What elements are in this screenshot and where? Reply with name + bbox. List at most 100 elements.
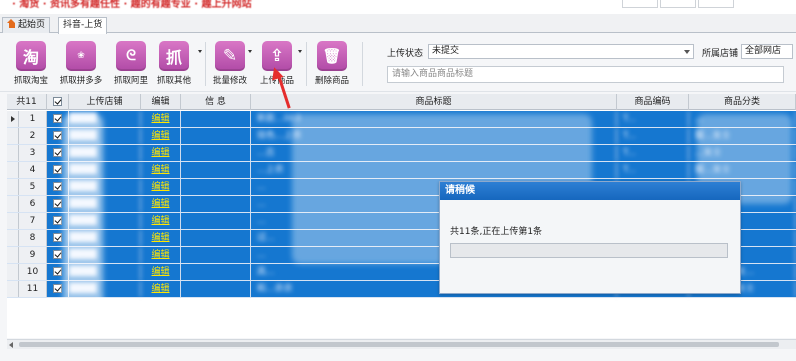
grab-pinduoduo-label: 抓取拼多多 bbox=[59, 76, 103, 86]
row-edit-link[interactable]: 编辑 bbox=[141, 179, 181, 195]
row-number: 5 bbox=[19, 179, 47, 195]
grab-other-button[interactable]: 抓 抓取其他 bbox=[152, 41, 196, 86]
row-info bbox=[181, 179, 251, 195]
tab-douyin-upload-label: 抖音-上货 bbox=[63, 20, 103, 30]
current-row-icon bbox=[11, 116, 15, 122]
dialog-message: 共11条,正在上传第1条 bbox=[450, 227, 543, 237]
batch-edit-dropdown-caret[interactable] bbox=[248, 50, 252, 53]
row-indicator bbox=[7, 111, 19, 127]
row-number: 3 bbox=[19, 145, 47, 161]
row-edit-link[interactable]: 编辑 bbox=[141, 264, 181, 280]
upload-product-button[interactable]: ⇪ 上传商品 bbox=[255, 41, 299, 86]
row-checkbox[interactable] bbox=[53, 199, 62, 208]
row-checkbox[interactable] bbox=[53, 233, 62, 242]
row-checkbox[interactable] bbox=[53, 216, 62, 225]
row-number: 11 bbox=[19, 281, 47, 297]
store-label: 所属店铺 bbox=[702, 49, 739, 59]
alibaba-icon: ᘓ bbox=[116, 41, 146, 71]
row-checkbox[interactable] bbox=[53, 250, 62, 259]
title-header[interactable]: 商品标题 bbox=[251, 94, 617, 110]
scrollbar-thumb[interactable] bbox=[19, 342, 779, 347]
grab-pinduoduo-button[interactable]: ❀ 抓取拼多多 bbox=[56, 41, 106, 86]
grab-other-dropdown-caret[interactable] bbox=[198, 50, 202, 53]
row-checkbox[interactable] bbox=[53, 267, 62, 276]
count-header: 共11 bbox=[7, 94, 47, 110]
grab-other-label: 抓取其他 bbox=[156, 76, 191, 86]
tab-douyin-upload[interactable]: 抖音-上货 bbox=[58, 17, 108, 34]
row-checkbox[interactable] bbox=[53, 182, 62, 191]
row-number: 1 bbox=[19, 111, 47, 127]
row-info bbox=[181, 230, 251, 246]
row-number: 6 bbox=[19, 196, 47, 212]
row-code: T... bbox=[617, 145, 689, 161]
row-checkbox[interactable] bbox=[53, 165, 62, 174]
row-edit-link[interactable]: 编辑 bbox=[141, 213, 181, 229]
category-header[interactable]: 商品分类 bbox=[689, 94, 796, 110]
upload-progress-bar bbox=[450, 243, 728, 258]
select-all-checkbox[interactable] bbox=[53, 97, 62, 106]
store-select[interactable]: 全部网店 bbox=[741, 44, 793, 59]
row-checkbox[interactable] bbox=[53, 114, 62, 123]
toolbar: 淘 抓取淘宝 ❀ 抓取拼多多 ᘓ 抓取阿里 抓 抓取其他 ✎ 批量修改 ⇪ 上传… bbox=[0, 34, 796, 92]
row-edit-link[interactable]: 编辑 bbox=[141, 230, 181, 246]
row-number: 4 bbox=[19, 162, 47, 178]
row-indicator bbox=[7, 179, 19, 195]
pinduoduo-icon: ❀ bbox=[66, 41, 96, 71]
edit-header[interactable]: 编辑 bbox=[141, 94, 181, 110]
delete-product-label: 删除商品 bbox=[314, 76, 349, 86]
delete-product-button[interactable]: 🗑 删除商品 bbox=[310, 41, 354, 86]
window-control[interactable] bbox=[660, 0, 696, 8]
row-edit-link[interactable]: 编辑 bbox=[141, 145, 181, 161]
row-edit-link[interactable]: 编辑 bbox=[141, 128, 181, 144]
upload-dropdown-caret[interactable] bbox=[298, 50, 302, 53]
row-info bbox=[181, 162, 251, 178]
row-indicator bbox=[7, 264, 19, 280]
row-info bbox=[181, 213, 251, 229]
row-checkbox[interactable] bbox=[53, 148, 62, 157]
grid-header: 共11 上传店铺 编辑 信 息 商品标题 商品编码 商品分类 bbox=[7, 94, 796, 110]
store-value: 全部网店 bbox=[745, 46, 782, 56]
row-info bbox=[181, 111, 251, 127]
grab-taobao-button[interactable]: 淘 抓取淘宝 bbox=[9, 41, 53, 86]
dialog-title: 请稍候 bbox=[440, 182, 740, 200]
window-control[interactable] bbox=[622, 0, 658, 8]
pencil-icon: ✎ bbox=[215, 41, 245, 71]
horizontal-scrollbar[interactable] bbox=[7, 339, 796, 349]
select-all-header[interactable] bbox=[47, 94, 69, 110]
row-checkbox[interactable] bbox=[53, 284, 62, 293]
row-edit-link[interactable]: 编辑 bbox=[141, 162, 181, 178]
notice-text: · 淘货 · 资讯多有趣任性 · 趣的有趣专业 · 趣上升网站 bbox=[12, 0, 252, 10]
row-number: 10 bbox=[19, 264, 47, 280]
code-header[interactable]: 商品编码 bbox=[617, 94, 689, 110]
search-input[interactable]: 请输入商品商品标题 bbox=[387, 66, 784, 83]
info-header[interactable]: 信 息 bbox=[181, 94, 251, 110]
scroll-left-icon[interactable] bbox=[9, 342, 13, 348]
tab-home[interactable]: 起始页 bbox=[2, 17, 51, 33]
row-info bbox=[181, 196, 251, 212]
row-edit-link[interactable]: 编辑 bbox=[141, 247, 181, 263]
taobao-icon: 淘 bbox=[16, 41, 46, 71]
tab-bar: 起始页 抖音-上货 bbox=[0, 14, 796, 34]
upload-status-label: 上传状态 bbox=[387, 49, 424, 59]
row-code: T... bbox=[617, 128, 689, 144]
row-code: T... bbox=[617, 111, 689, 127]
row-edit-link[interactable]: 编辑 bbox=[141, 281, 181, 297]
upload-status-select[interactable]: 未提交 bbox=[428, 44, 694, 59]
batch-edit-button[interactable]: ✎ 批量修改 bbox=[208, 41, 252, 86]
row-edit-link[interactable]: 编辑 bbox=[141, 111, 181, 127]
row-indicator bbox=[7, 196, 19, 212]
row-info bbox=[181, 145, 251, 161]
row-indicator bbox=[7, 230, 19, 246]
row-edit-link[interactable]: 编辑 bbox=[141, 196, 181, 212]
row-checkbox[interactable] bbox=[53, 131, 62, 140]
grab-taobao-label: 抓取淘宝 bbox=[13, 76, 48, 86]
progress-dialog: 请稍候 共11条,正在上传第1条 bbox=[439, 181, 741, 294]
row-info bbox=[181, 281, 251, 297]
grab-alibaba-button[interactable]: ᘓ 抓取阿里 bbox=[109, 41, 153, 86]
row-indicator bbox=[7, 162, 19, 178]
row-info bbox=[181, 247, 251, 263]
row-code: T... bbox=[617, 162, 689, 178]
window-control[interactable] bbox=[698, 0, 734, 8]
batch-edit-label: 批量修改 bbox=[212, 76, 247, 86]
store-header[interactable]: 上传店铺 bbox=[69, 94, 141, 110]
